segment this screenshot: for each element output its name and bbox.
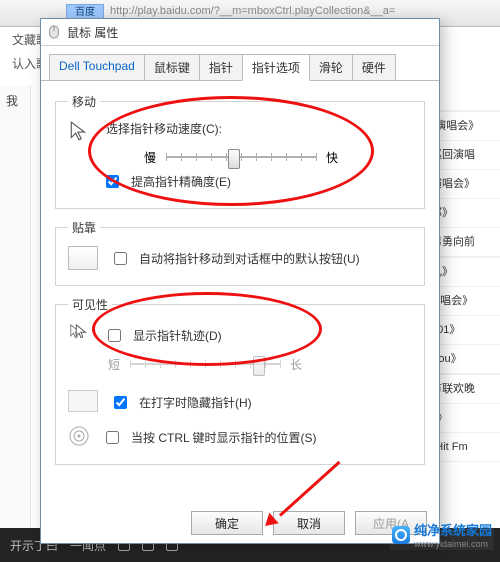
watermark-logo-icon	[392, 526, 410, 544]
side-letter: 我	[0, 86, 30, 115]
slow-label: 慢	[144, 149, 156, 166]
pointer-trails-label: 显示指针轨迹(D)	[133, 327, 222, 344]
group-snap: 贴靠 自动将指针移动到对话框中的默认按钮(U)	[55, 219, 425, 286]
group-legend: 移动	[68, 93, 100, 110]
titlebar[interactable]: 鼠标 属性	[41, 19, 439, 46]
hide-pointer-label: 在打字时隐藏指针(H)	[139, 394, 252, 411]
watermark-url: www.yidaimei.com	[414, 539, 492, 549]
group-motion: 移动 选择指针移动速度(C): 慢 快 提高	[55, 93, 425, 209]
tab-strip: Dell Touchpad 鼠标键 指针 指针选项 滑轮 硬件	[41, 46, 439, 81]
ok-button[interactable]: 确定	[191, 511, 263, 535]
hide-pointer-icon	[68, 390, 98, 412]
dialog-body: 移动 选择指针移动速度(C): 慢 快 提高	[41, 81, 439, 465]
tab-dell-touchpad[interactable]: Dell Touchpad	[49, 54, 145, 81]
watermark-brand: 纯净系统家园	[414, 520, 492, 539]
watermark: 纯净系统家园 www.yidaimei.com	[390, 519, 494, 550]
ctrl-locate-checkbox[interactable]	[106, 431, 119, 444]
ctrl-locate-icon	[68, 425, 90, 447]
tab-pointers[interactable]: 指针	[199, 54, 243, 81]
tab-pointer-options[interactable]: 指针选项	[242, 54, 310, 81]
cancel-button[interactable]: 取消	[273, 511, 345, 535]
mouse-properties-dialog: 鼠标 属性 Dell Touchpad 鼠标键 指针 指针选项 滑轮 硬件 移动…	[40, 18, 440, 544]
group-legend: 可见性	[68, 296, 112, 313]
fast-label: 快	[326, 149, 338, 166]
dialog-button-bar: 确定 取消 应用(A	[41, 511, 439, 535]
tab-hardware[interactable]: 硬件	[352, 54, 396, 81]
ctrl-locate-label: 当按 CTRL 键时显示指针的位置(S)	[131, 429, 317, 446]
pointer-trails-checkbox[interactable]	[108, 329, 121, 342]
address-bar-text: http://play.baidu.com/?__m=mboxCtrl.play…	[110, 5, 395, 17]
snap-to-label: 自动将指针移动到对话框中的默认按钮(U)	[139, 250, 360, 267]
speed-label: 选择指针移动速度(C):	[106, 120, 412, 137]
pointer-speed-icon	[68, 120, 90, 142]
short-label: 短	[108, 356, 120, 373]
trail-length-slider	[130, 354, 280, 374]
enhance-precision-checkbox[interactable]	[106, 175, 119, 188]
pointer-speed-slider[interactable]	[166, 147, 316, 167]
long-label: 长	[290, 356, 302, 373]
group-legend: 贴靠	[68, 219, 100, 236]
tab-buttons[interactable]: 鼠标键	[144, 54, 200, 81]
hide-pointer-checkbox[interactable]	[114, 396, 127, 409]
left-rail: 我	[0, 86, 31, 532]
enhance-precision-label: 提高指针精确度(E)	[131, 173, 231, 190]
pointer-trails-icon	[68, 323, 92, 343]
tab-wheel[interactable]: 滑轮	[309, 54, 353, 81]
dialog-title: 鼠标 属性	[67, 24, 118, 41]
snap-to-icon	[68, 246, 98, 270]
group-visibility: 可见性 显示指针轨迹(D) 短 长	[55, 296, 425, 465]
snap-to-checkbox[interactable]	[114, 252, 127, 265]
mouse-icon	[47, 25, 61, 39]
